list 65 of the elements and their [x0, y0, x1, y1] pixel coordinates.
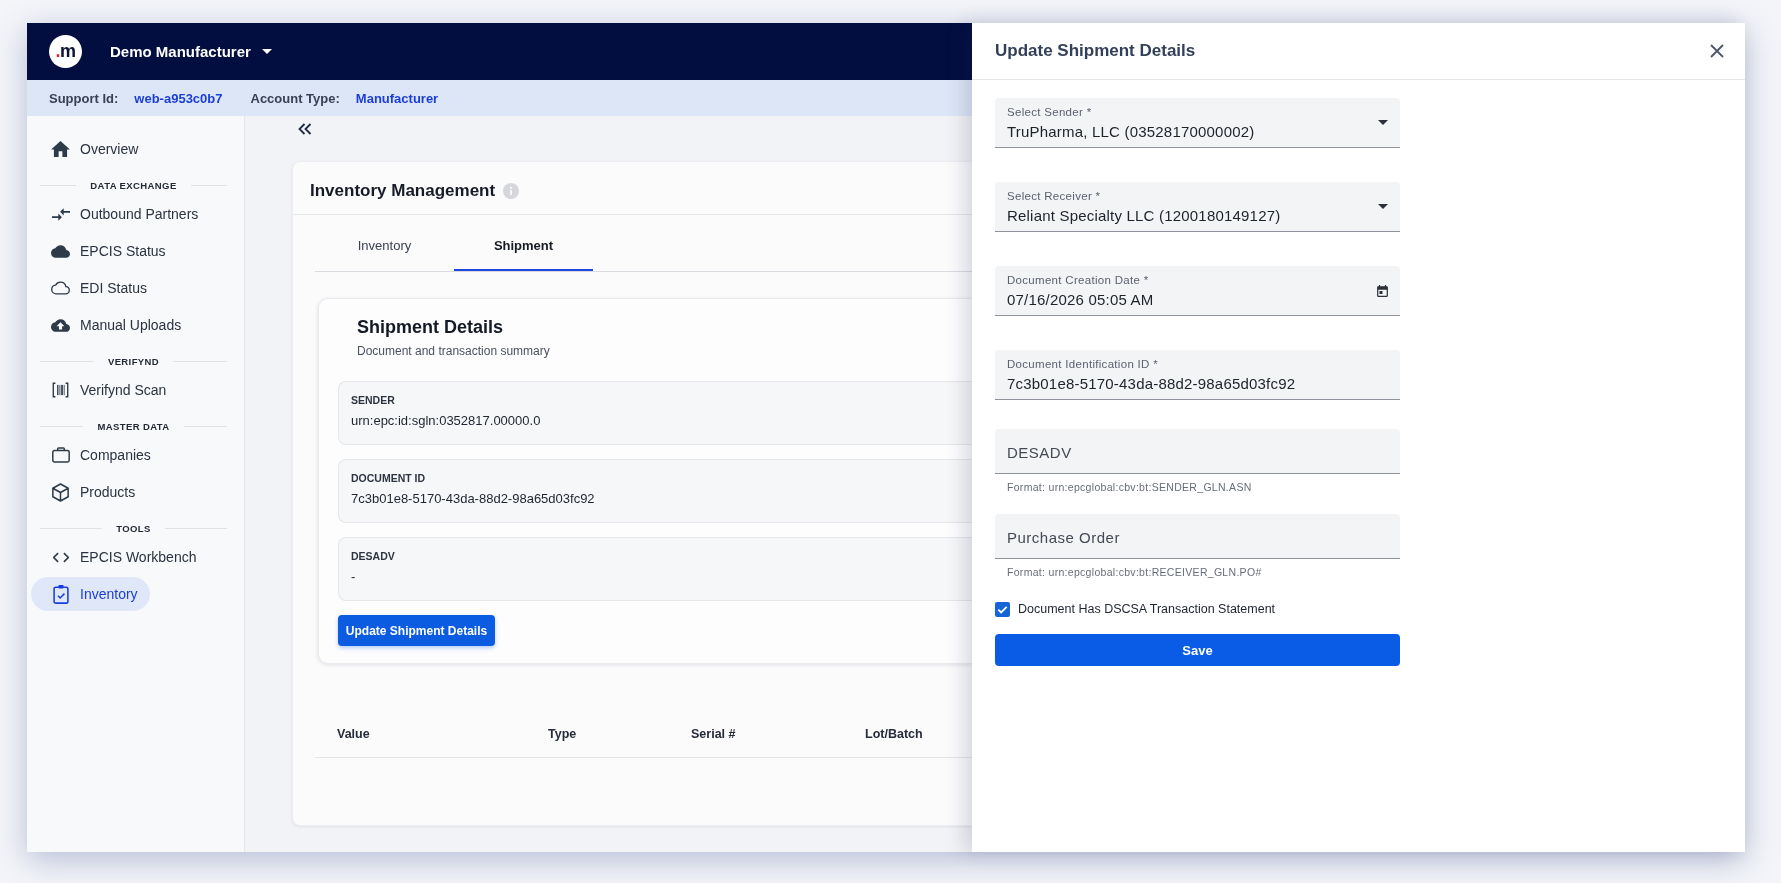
sidebar-item[interactable]: Verifynd Scan	[31, 373, 179, 407]
sidebar-item[interactable]: Inventory	[31, 577, 150, 611]
text-field[interactable]: DESADV	[995, 429, 1400, 474]
checkbox[interactable]	[995, 601, 1010, 617]
section-heading: TOOLS	[115, 522, 152, 534]
clipboard-check-icon	[52, 584, 69, 604]
account-type-value: Manufacturer	[355, 90, 439, 106]
close-icon[interactable]	[1710, 44, 1724, 58]
detail-label: SENDER	[351, 393, 395, 407]
sidebar-item[interactable]: Companies	[31, 438, 163, 472]
column-header: Value	[337, 727, 370, 741]
barcode-scan-icon	[52, 382, 69, 398]
opposing-arrows-icon	[51, 207, 70, 221]
sidebar-item[interactable]: EPCIS Status	[31, 234, 178, 268]
organization-switcher[interactable]: Demo Manufacturer	[110, 39, 272, 64]
support-id-value: web-a953c0b7	[134, 90, 223, 106]
date-field[interactable]: Document Creation Date * 07/16/2026 05:05 AM	[995, 266, 1400, 316]
text-field[interactable]: Document Identification ID * 7c3b01e8-5170-43da-88d2-98a65d03fc92	[995, 350, 1400, 400]
section-subtitle: Document and transaction summary	[357, 343, 550, 359]
home-icon	[51, 141, 70, 157]
section-heading: VERIFYND	[106, 355, 161, 367]
support-id-label: Support Id:	[49, 90, 119, 106]
drawer-title: Update Shipment Details	[995, 41, 1196, 61]
helper-text: Format: urn:epcglobal:cbv:bt:RECEIVER_GLN.PO#	[1007, 565, 1262, 579]
sidebar-item[interactable]: EPCIS Workbench	[31, 540, 209, 574]
detail-value: -	[351, 568, 356, 586]
calendar-icon	[1377, 284, 1388, 297]
logo: .m	[49, 35, 82, 68]
select-field[interactable]: Select Sender * TruPharma, LLC (03528170000002)	[995, 98, 1400, 148]
caret-down-icon	[1378, 120, 1388, 125]
detail-label: DOCUMENT ID	[351, 471, 426, 485]
detail-value: 7c3b01e8-5170-43da-88d2-98a65d03fc92	[351, 490, 595, 508]
section-title: Shipment Details	[357, 316, 504, 339]
section-heading: MASTER DATA	[96, 420, 171, 432]
cloud-upload-icon	[51, 318, 70, 332]
select-field[interactable]: Select Receiver * Reliant Specialty LLC (1200180149127)	[995, 182, 1400, 232]
checkbox-label: Document Has DSCSA Transaction Statement	[1018, 602, 1276, 616]
caret-down-icon	[261, 49, 272, 54]
card-title: Inventory Management	[310, 181, 496, 201]
account-type-label: Account Type:	[250, 90, 340, 106]
text-field[interactable]: Purchase Order	[995, 514, 1400, 559]
sidebar-item[interactable]: Outbound Partners	[31, 197, 211, 231]
cube-icon	[52, 482, 69, 502]
detail-label: DESADV	[351, 549, 395, 563]
briefcase-icon	[51, 447, 70, 463]
double-chevron-left-icon[interactable]	[298, 123, 312, 135]
section-heading: DATA EXCHANGE	[89, 179, 178, 191]
save-button[interactable]: Save	[995, 634, 1400, 666]
code-icon	[52, 551, 69, 563]
column-header: Lot/Batch	[865, 727, 923, 741]
sidebar-item[interactable]: Manual Uploads	[31, 308, 194, 342]
update-shipment-button[interactable]: Update Shipment Details	[338, 615, 495, 646]
info-icon	[503, 183, 520, 199]
caret-down-icon	[1378, 204, 1388, 209]
column-header: Type	[548, 727, 577, 741]
sidebar-item[interactable]: Overview	[31, 132, 151, 166]
tab[interactable]: Shipment	[454, 215, 593, 271]
tab[interactable]: Inventory	[315, 215, 454, 271]
column-header: Serial #	[691, 727, 736, 741]
sidebar-item[interactable]: Products	[31, 475, 148, 509]
cloud-outline-icon	[51, 281, 70, 295]
detail-value: urn:epc:id:sgln:0352817.00000.0	[351, 412, 541, 430]
cloud-icon	[51, 244, 70, 258]
helper-text: Format: urn:epcglobal:cbv:bt:SENDER_GLN.ASN	[1007, 480, 1252, 494]
sidebar-item[interactable]: EDI Status	[31, 271, 159, 305]
